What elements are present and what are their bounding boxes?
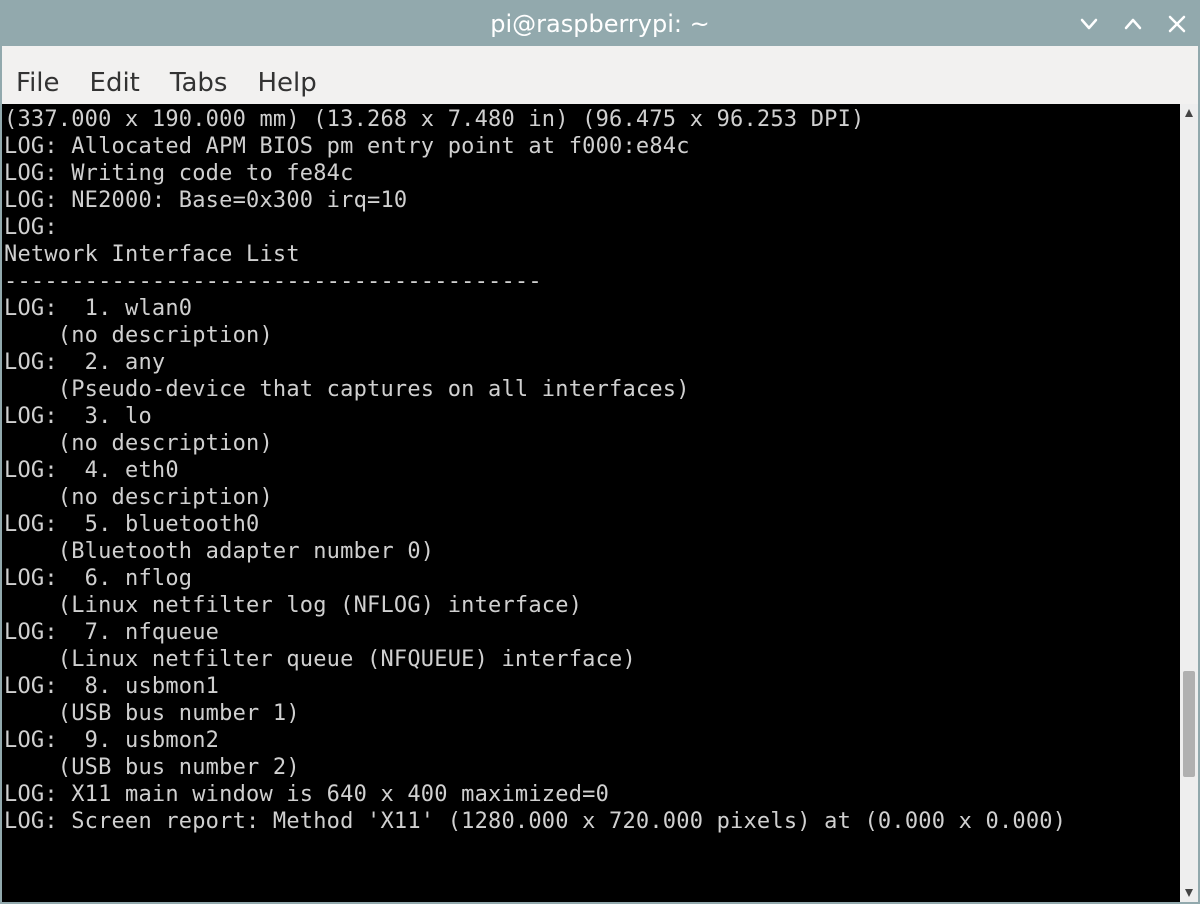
terminal-area: (337.000 x 190.000 mm) (13.268 x 7.480 i… [2, 104, 1198, 902]
terminal-output[interactable]: (337.000 x 190.000 mm) (13.268 x 7.480 i… [2, 104, 1180, 902]
vertical-scrollbar[interactable] [1180, 104, 1198, 902]
scroll-up-arrow[interactable] [1180, 104, 1198, 122]
scroll-down-arrow[interactable] [1180, 884, 1198, 902]
menu-help[interactable]: Help [257, 68, 316, 98]
maximize-button[interactable] [1122, 13, 1144, 35]
minimize-button[interactable] [1078, 13, 1100, 35]
menu-tabs[interactable]: Tabs [170, 68, 228, 98]
menubar: File Edit Tabs Help [2, 46, 1198, 104]
scroll-thumb[interactable] [1183, 671, 1195, 778]
terminal-window: pi@raspberrypi: ~ File Edit Tab [0, 0, 1200, 904]
window-titlebar: pi@raspberrypi: ~ [2, 2, 1198, 46]
window-controls [1078, 13, 1188, 35]
menu-edit[interactable]: Edit [90, 68, 140, 98]
chevron-up-icon [1123, 14, 1143, 34]
chevron-down-icon [1079, 14, 1099, 34]
window-title: pi@raspberrypi: ~ [490, 10, 709, 38]
menu-file[interactable]: File [16, 68, 60, 98]
close-button[interactable] [1166, 13, 1188, 35]
scroll-track[interactable] [1180, 122, 1198, 884]
triangle-up-icon [1184, 108, 1194, 118]
close-icon [1167, 14, 1187, 34]
triangle-down-icon [1184, 888, 1194, 898]
